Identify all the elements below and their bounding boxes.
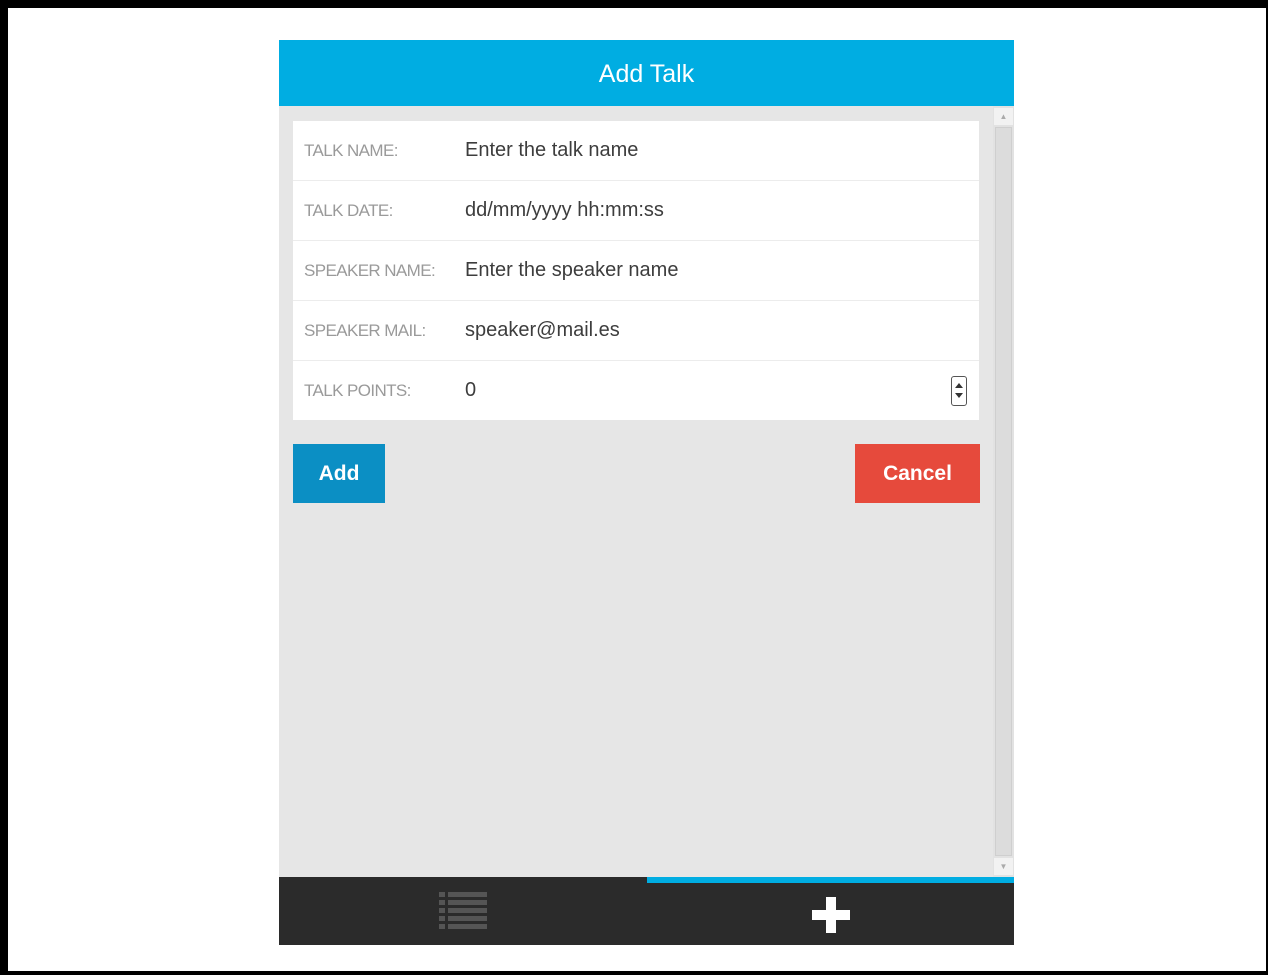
page-title: Add Talk bbox=[279, 40, 1014, 106]
vertical-scrollbar[interactable]: ▲ ▼ bbox=[993, 106, 1014, 877]
active-tab-indicator bbox=[647, 877, 1014, 883]
cancel-button[interactable]: Cancel bbox=[855, 444, 980, 503]
scroll-up-icon[interactable]: ▲ bbox=[994, 108, 1013, 125]
talk-name-label: TALK NAME: bbox=[304, 140, 398, 160]
talk-points-label: TALK POINTS: bbox=[304, 380, 411, 400]
talk-form: TALK NAME: Enter the talk name TALK DATE… bbox=[293, 121, 979, 420]
talk-name-input[interactable]: Enter the talk name bbox=[465, 139, 638, 162]
speaker-mail-label: SPEAKER MAIL: bbox=[304, 320, 426, 340]
talk-date-row: TALK DATE: dd/mm/yyyy hh:mm:ss bbox=[293, 181, 979, 241]
stepper-down-icon[interactable] bbox=[955, 393, 963, 398]
talk-points-row: TALK POINTS: 0 bbox=[293, 361, 979, 420]
speaker-mail-input[interactable]: speaker@mail.es bbox=[465, 319, 620, 342]
scroll-thumb[interactable] bbox=[995, 127, 1012, 856]
speaker-name-row: SPEAKER NAME: Enter the speaker name bbox=[293, 241, 979, 301]
tab-add-talk[interactable] bbox=[647, 877, 1014, 945]
talk-date-input[interactable]: dd/mm/yyyy hh:mm:ss bbox=[465, 199, 664, 222]
speaker-name-label: SPEAKER NAME: bbox=[304, 260, 436, 280]
tab-talk-list[interactable] bbox=[279, 877, 647, 945]
plus-icon bbox=[812, 897, 850, 933]
add-button[interactable]: Add bbox=[293, 444, 385, 503]
list-icon bbox=[439, 892, 487, 929]
scroll-down-icon[interactable]: ▼ bbox=[994, 858, 1013, 875]
window-border-left bbox=[0, 0, 8, 975]
speaker-mail-row: SPEAKER MAIL: speaker@mail.es bbox=[293, 301, 979, 361]
speaker-name-input[interactable]: Enter the speaker name bbox=[465, 259, 678, 282]
stepper-up-icon[interactable] bbox=[955, 383, 963, 388]
bottom-tab-bar bbox=[279, 877, 1014, 945]
talk-date-label: TALK DATE: bbox=[304, 200, 393, 220]
app-panel: Add Talk TALK NAME: Enter the talk name … bbox=[279, 40, 1014, 945]
window-border-bottom bbox=[0, 971, 1268, 975]
window-border-top bbox=[0, 0, 1268, 8]
talk-points-input[interactable]: 0 bbox=[465, 379, 476, 402]
talk-points-stepper[interactable] bbox=[951, 376, 967, 406]
talk-name-row: TALK NAME: Enter the talk name bbox=[293, 121, 979, 181]
